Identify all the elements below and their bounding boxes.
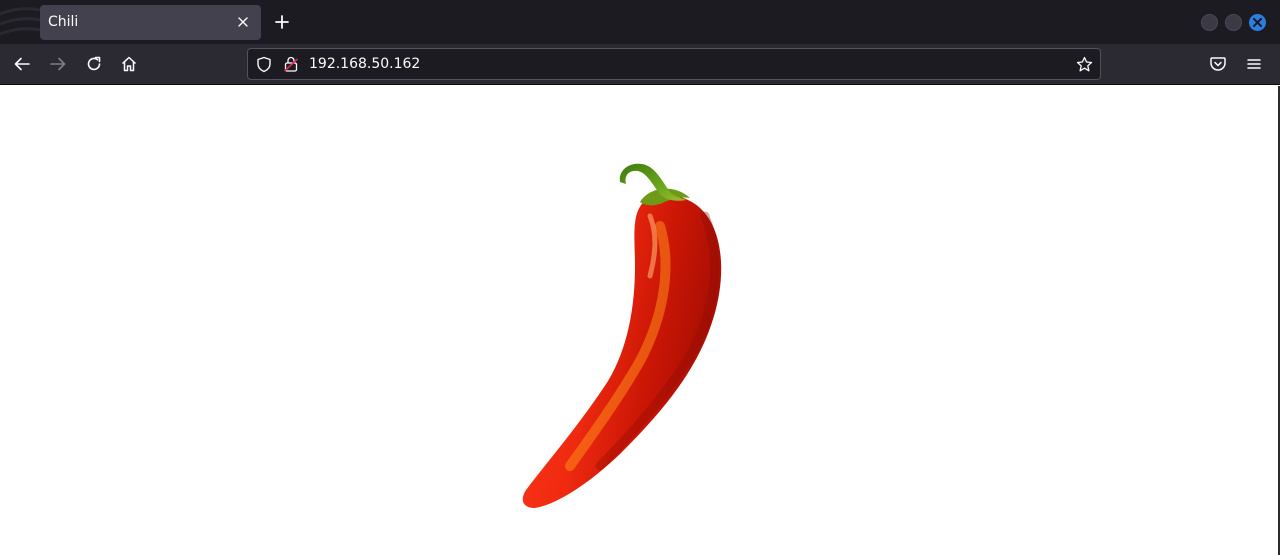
- insecure-lock-icon[interactable]: [284, 56, 298, 72]
- arrow-left-icon[interactable]: [13, 55, 31, 73]
- page-content: [0, 86, 1278, 555]
- shield-icon[interactable]: [256, 56, 272, 73]
- tab-title: Chili: [48, 14, 79, 30]
- navigation-toolbar: 192.168.50.162: [0, 44, 1280, 85]
- close-icon: [1253, 18, 1262, 27]
- window-maximize-button[interactable]: [1225, 14, 1242, 31]
- window-close-button[interactable]: [1249, 14, 1266, 31]
- hamburger-menu-icon[interactable]: [1245, 55, 1263, 73]
- tab-chili[interactable]: Chili: [40, 5, 261, 40]
- close-icon[interactable]: [235, 14, 251, 30]
- window-minimize-button[interactable]: [1201, 14, 1218, 31]
- home-icon[interactable]: [120, 55, 138, 73]
- tab-strip: Chili: [0, 0, 1280, 44]
- address-bar[interactable]: 192.168.50.162: [247, 48, 1101, 80]
- star-icon[interactable]: [1076, 56, 1093, 73]
- arrow-right-icon[interactable]: [49, 55, 67, 73]
- plus-icon[interactable]: [272, 12, 292, 32]
- pocket-icon[interactable]: [1209, 55, 1227, 73]
- chili-pepper-image: [522, 163, 722, 508]
- url-text: 192.168.50.162: [309, 56, 421, 72]
- reload-icon[interactable]: [85, 55, 103, 73]
